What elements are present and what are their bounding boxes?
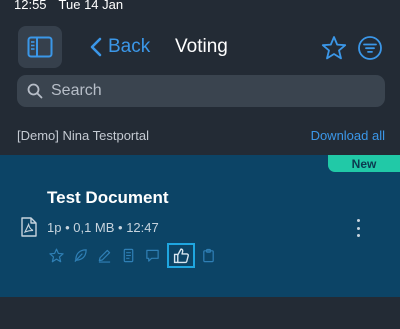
document-actions xyxy=(45,242,221,268)
star-icon xyxy=(321,36,347,60)
filter-icon xyxy=(358,36,382,60)
action-favorite[interactable] xyxy=(45,244,68,266)
document-icon xyxy=(123,248,134,262)
comment-icon xyxy=(146,249,159,262)
more-options-button[interactable] xyxy=(350,219,366,237)
leaf-icon xyxy=(74,248,87,262)
document-card[interactable]: New Test Document 1p • 0,1 MB • 12:47 xyxy=(0,155,400,297)
portal-name: [Demo] Nina Testportal xyxy=(17,127,149,143)
pencil-icon xyxy=(98,249,111,263)
sidebar-toggle-button[interactable] xyxy=(18,26,62,68)
action-document[interactable] xyxy=(117,244,140,266)
chevron-left-icon xyxy=(90,37,102,57)
pdf-icon xyxy=(21,217,37,237)
action-comment[interactable] xyxy=(141,244,164,266)
document-title: Test Document xyxy=(47,188,169,207)
status-bar: 12:55 Tue 14 Jan xyxy=(14,0,123,15)
thumbs-up-icon xyxy=(173,247,189,263)
page-title: Voting xyxy=(175,36,228,57)
search-bar[interactable] xyxy=(17,75,385,107)
nav-bar: Back Voting xyxy=(0,24,400,70)
more-dot xyxy=(356,219,360,222)
favorite-button[interactable] xyxy=(321,35,347,61)
search-input[interactable] xyxy=(51,82,371,100)
back-label: Back xyxy=(108,36,151,57)
filter-button[interactable] xyxy=(357,35,383,61)
action-edit[interactable] xyxy=(93,244,116,266)
portal-header: [Demo] Nina Testportal Download all xyxy=(17,125,385,145)
star-icon xyxy=(49,248,64,262)
sidebar-icon xyxy=(27,36,53,58)
action-leaf[interactable] xyxy=(69,244,92,266)
document-meta: 1p • 0,1 MB • 12:47 xyxy=(47,220,159,235)
more-dot xyxy=(356,234,360,237)
search-icon xyxy=(27,83,43,99)
action-vote[interactable] xyxy=(167,242,195,268)
download-all-link[interactable]: Download all xyxy=(311,128,385,143)
more-dot xyxy=(356,226,360,230)
action-clipboard[interactable] xyxy=(197,244,220,266)
status-time: 12:55 xyxy=(14,0,47,12)
clipboard-icon xyxy=(203,248,214,262)
new-badge: New xyxy=(328,155,400,172)
status-date: Tue 14 Jan xyxy=(58,0,124,12)
back-button[interactable]: Back xyxy=(90,34,150,60)
